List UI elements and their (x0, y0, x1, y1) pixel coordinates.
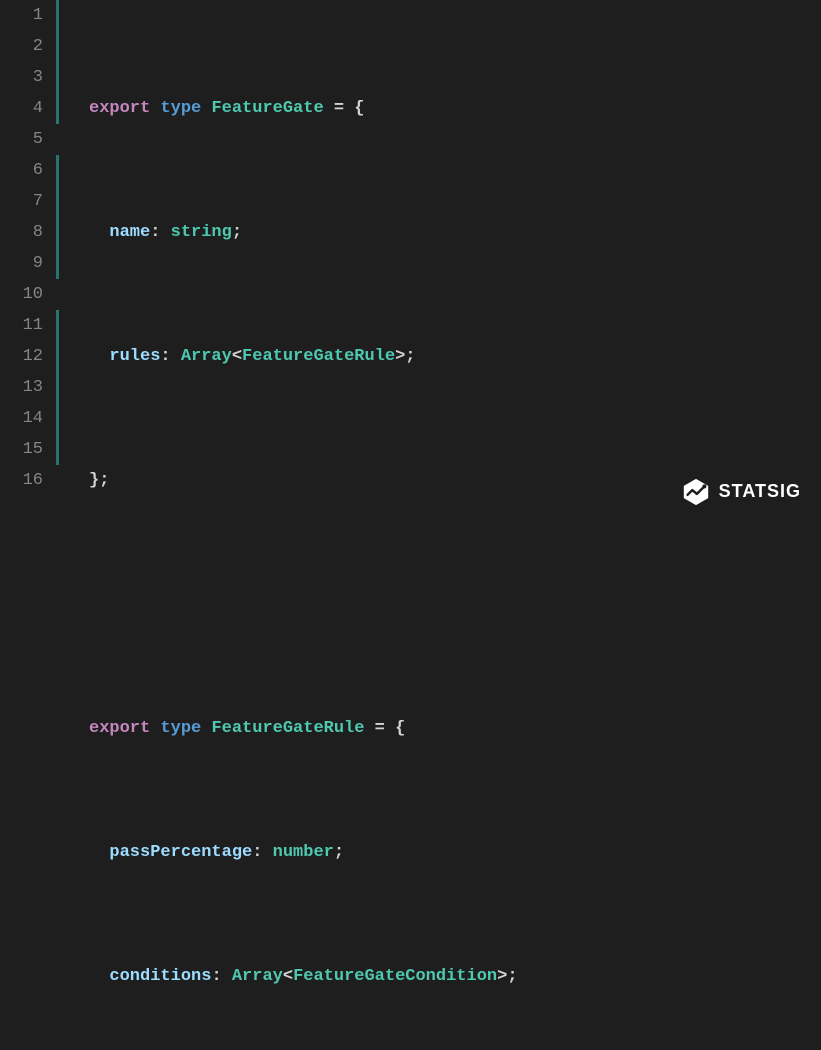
line-number: 12 (0, 341, 55, 372)
property-name: passPercentage (109, 843, 252, 862)
property-name: conditions (109, 967, 211, 986)
type-ref: FeatureGateCondition (293, 967, 497, 986)
line-number: 15 (0, 434, 55, 465)
change-marker (56, 62, 59, 93)
line-number: 8 (0, 217, 55, 248)
line-number: 5 (0, 124, 55, 155)
statsig-logo: STATSIG (681, 476, 801, 507)
keyword-export: export (89, 719, 150, 738)
change-marker (56, 0, 59, 31)
code-editor: 1 2 3 4 5 6 7 8 9 10 11 12 13 14 15 16 (0, 0, 821, 525)
type-name: FeatureGate (211, 99, 323, 118)
property-name: rules (109, 347, 160, 366)
line-number: 9 (0, 248, 55, 279)
keyword-type: type (160, 99, 201, 118)
line-number: 16 (0, 465, 55, 496)
change-marker (56, 186, 59, 217)
change-marker (56, 155, 59, 186)
code-line: name: string; (89, 217, 821, 248)
change-marker (56, 124, 59, 155)
line-number: 1 (0, 0, 55, 31)
line-number: 11 (0, 310, 55, 341)
line-number: 7 (0, 186, 55, 217)
change-marker (56, 248, 59, 279)
line-number: 4 (0, 93, 55, 124)
type-ref: FeatureGateRule (242, 347, 395, 366)
change-marker (56, 403, 59, 434)
keyword-type: type (160, 719, 201, 738)
line-number-gutter: 1 2 3 4 5 6 7 8 9 10 11 12 13 14 15 16 (0, 0, 55, 525)
change-marker (56, 465, 59, 496)
statsig-wordmark: STATSIG (719, 476, 801, 507)
code-line: conditions: Array<FeatureGateCondition>; (89, 961, 821, 992)
line-number: 14 (0, 403, 55, 434)
type-ref: Array (232, 967, 283, 986)
statsig-hex-icon (681, 477, 711, 507)
change-marker (56, 31, 59, 62)
change-marker (56, 279, 59, 310)
code-line: export type FeatureGateRule = { (89, 713, 821, 744)
line-number: 3 (0, 62, 55, 93)
type-ref: number (273, 843, 334, 862)
code-area[interactable]: export type FeatureGate = { name: string… (61, 0, 821, 525)
change-marker (56, 217, 59, 248)
line-number: 6 (0, 155, 55, 186)
keyword-export: export (89, 99, 150, 118)
type-ref: Array (181, 347, 232, 366)
property-name: name (109, 223, 150, 242)
change-marker (56, 310, 59, 341)
code-line: export type FeatureGate = { (89, 93, 821, 124)
line-number: 13 (0, 372, 55, 403)
type-ref: string (171, 223, 232, 242)
type-name: FeatureGateRule (211, 719, 364, 738)
code-line: rules: Array<FeatureGateRule>; (89, 341, 821, 372)
change-marker (56, 434, 59, 465)
change-marker (56, 93, 59, 124)
line-number: 2 (0, 31, 55, 62)
code-line (89, 589, 821, 620)
code-line: passPercentage: number; (89, 837, 821, 868)
change-marker (56, 372, 59, 403)
change-marker (56, 341, 59, 372)
line-number: 10 (0, 279, 55, 310)
